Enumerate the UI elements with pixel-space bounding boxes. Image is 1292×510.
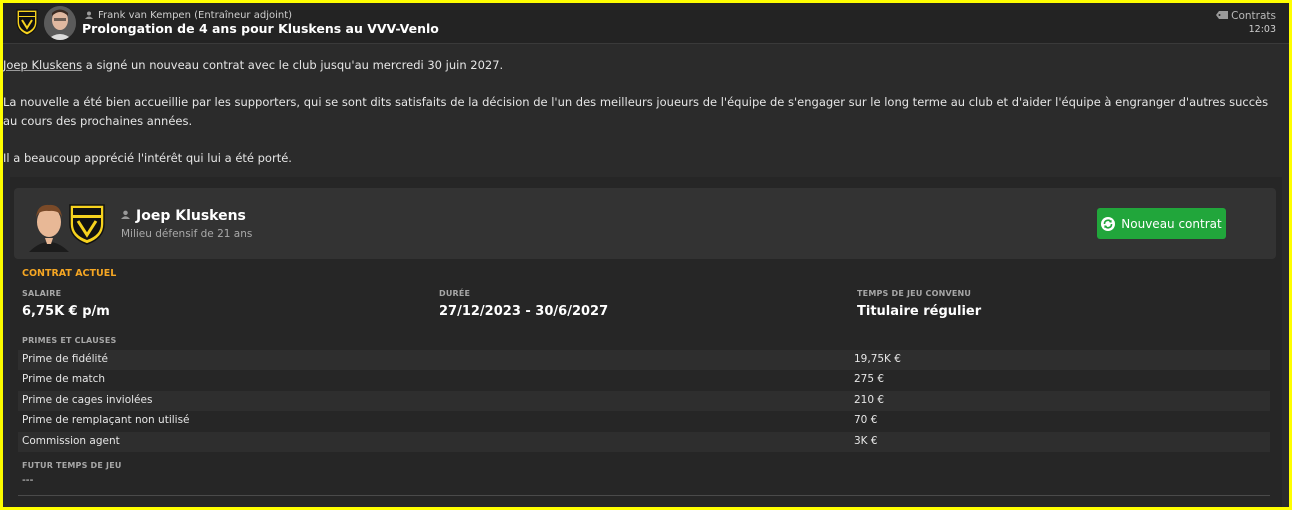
salary-value: 6,75K € p/m (22, 304, 110, 319)
bonus-name: Prime de cages inviolées (22, 394, 153, 406)
bonus-row: Prime de remplaçant non utilisé 70 € (18, 411, 1270, 431)
category-label: Contrats (1231, 10, 1276, 22)
bonus-name: Prime de fidélité (22, 353, 109, 365)
body-paragraph-2: La nouvelle a été bien accueillie par le… (3, 95, 1269, 128)
playtime-value: Titulaire régulier (857, 304, 982, 319)
message-body: Joep Kluskens a signé un nouveau contrat… (3, 56, 1283, 186)
club-logo-icon (16, 9, 38, 36)
body-paragraph-1: Joep Kluskens a signé un nouveau contrat… (3, 56, 1283, 75)
bonus-value: 3K € (854, 435, 878, 447)
player-name-text: Joep Kluskens (136, 208, 246, 224)
salary-label: SALAIRE (22, 289, 62, 298)
news-message-window: Frank van Kempen (Entraîneur adjoint) Pr… (3, 3, 1289, 507)
person-icon (85, 11, 93, 19)
tag-icon (1216, 11, 1229, 19)
person-photo-icon (44, 6, 76, 40)
bonus-row: Prime de match 275 € (18, 370, 1270, 390)
club-logo-icon (69, 204, 105, 245)
bonus-name: Prime de match (22, 373, 106, 385)
player-card: Joep Kluskens Milieu défensif de 21 ans … (14, 188, 1276, 259)
bonus-name: Commission agent (22, 435, 120, 447)
message-time: 12:03 (1248, 24, 1276, 35)
player-role: Milieu défensif de 21 ans (121, 228, 253, 240)
bonus-row: Commission agent 3K € (18, 432, 1270, 452)
player-photo[interactable] (27, 200, 71, 252)
message-header: Frank van Kempen (Entraîneur adjoint) Pr… (3, 3, 1289, 44)
body-paragraph-3: Il a beaucoup apprécié l'intérêt qui lui… (3, 151, 292, 165)
future-playtime-value: --- (22, 474, 34, 486)
bonus-row: Prime de fidélité 19,75K € (18, 350, 1270, 370)
refresh-icon (1101, 216, 1116, 231)
bonus-value: 275 € (854, 373, 885, 385)
bonus-row: Prime de cages inviolées 210 € (18, 391, 1270, 411)
contract-panel: Joep Kluskens Milieu défensif de 21 ans … (10, 177, 1282, 507)
new-contract-label: Nouveau contrat (1121, 216, 1222, 231)
new-contract-button[interactable]: Nouveau contrat (1097, 208, 1226, 239)
sender-name: Frank van Kempen (Entraîneur adjoint) (98, 10, 293, 21)
bonus-value: 210 € (854, 394, 885, 406)
duration-label: DURÉE (439, 289, 471, 298)
duration-value: 27/12/2023 - 30/6/2027 (439, 304, 609, 319)
message-category[interactable]: Contrats (1216, 10, 1276, 22)
person-icon (121, 210, 130, 219)
body-paragraph-1-text: a signé un nouveau contrat avec le club … (82, 58, 504, 72)
future-playtime-label: FUTUR TEMPS DE JEU (22, 461, 122, 470)
message-subject: Prolongation de 4 ans pour Kluskens au V… (82, 21, 439, 36)
bonus-value: 70 € (854, 414, 878, 426)
player-link[interactable]: Joep Kluskens (3, 58, 82, 72)
playtime-label: TEMPS DE JEU CONVENU (857, 289, 972, 298)
current-contract-title: CONTRAT ACTUEL (22, 268, 117, 279)
bonus-value: 19,75K € (854, 353, 901, 365)
bonus-name: Prime de remplaçant non utilisé (22, 414, 190, 426)
divider (18, 495, 1270, 496)
bonuses-label: PRIMES ET CLAUSES (22, 336, 117, 345)
sender-line[interactable]: Frank van Kempen (Entraîneur adjoint) (85, 10, 292, 21)
player-name[interactable]: Joep Kluskens (121, 208, 246, 224)
sender-avatar[interactable] (44, 6, 76, 40)
